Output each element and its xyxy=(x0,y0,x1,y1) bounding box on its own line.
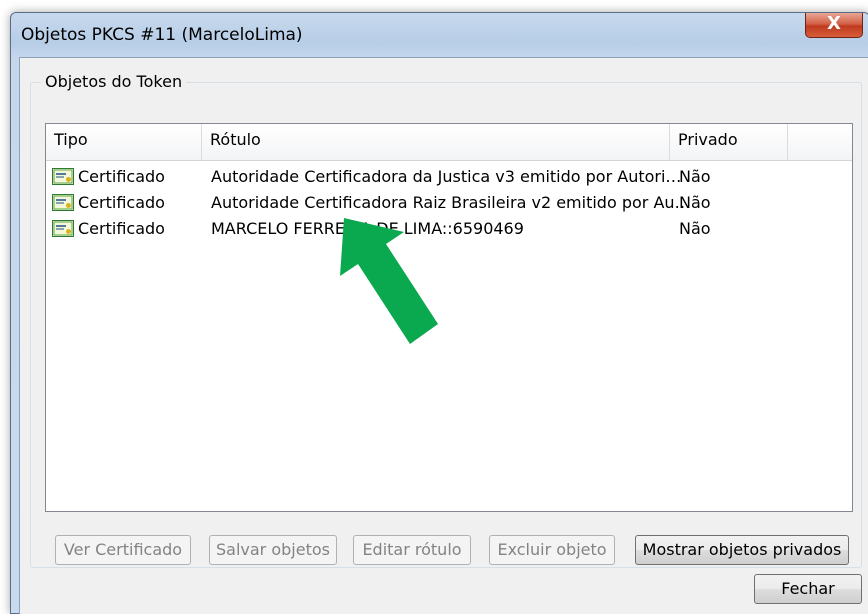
column-header-empty xyxy=(788,124,852,160)
cell-tipo: Certificado xyxy=(78,219,165,238)
list-item[interactable]: Certificado MARCELO FERREIRA DE LIMA::65… xyxy=(46,216,852,242)
list-header: Tipo Rótulo Privado xyxy=(46,124,852,161)
cell-privado: Não xyxy=(679,193,711,212)
objects-list[interactable]: Tipo Rótulo Privado Certificado Autorida… xyxy=(45,123,853,512)
cell-tipo: Certificado xyxy=(78,167,165,186)
certificate-icon xyxy=(52,168,74,185)
close-button[interactable]: X xyxy=(805,13,863,38)
save-objects-button[interactable]: Salvar objetos xyxy=(209,535,337,565)
show-private-objects-button[interactable]: Mostrar objetos privados xyxy=(635,535,849,565)
cell-privado: Não xyxy=(679,167,711,186)
view-certificate-button[interactable]: Ver Certificado xyxy=(55,535,191,565)
cell-rotulo: Autoridade Certificadora da Justica v3 e… xyxy=(211,167,682,186)
token-objects-group: Objetos do Token Tipo Rótulo Privado Cer… xyxy=(30,72,862,568)
column-header-rotulo[interactable]: Rótulo xyxy=(202,124,670,160)
group-label: Objetos do Token xyxy=(41,72,187,91)
cell-rotulo: Autoridade Certificadora Raiz Brasileira… xyxy=(211,193,691,212)
close-dialog-button[interactable]: Fechar xyxy=(754,574,862,604)
edit-label-button[interactable]: Editar rótulo xyxy=(353,535,471,565)
close-icon: X xyxy=(827,13,841,34)
cell-tipo: Certificado xyxy=(78,193,165,212)
column-header-privado[interactable]: Privado xyxy=(670,124,788,160)
cell-privado: Não xyxy=(679,219,711,238)
column-header-tipo[interactable]: Tipo xyxy=(46,124,202,160)
list-item[interactable]: Certificado Autoridade Certificadora Rai… xyxy=(46,190,852,216)
certificate-icon xyxy=(52,220,74,237)
certificate-icon xyxy=(52,194,74,211)
list-item[interactable]: Certificado Autoridade Certificadora da … xyxy=(46,164,852,190)
title-bar[interactable]: Objetos PKCS #11 (MarceloLima) X xyxy=(11,13,868,57)
arrow-icon xyxy=(340,218,438,344)
window-title: Objetos PKCS #11 (MarceloLima) xyxy=(21,25,303,45)
delete-object-button[interactable]: Excluir objeto xyxy=(489,535,615,565)
